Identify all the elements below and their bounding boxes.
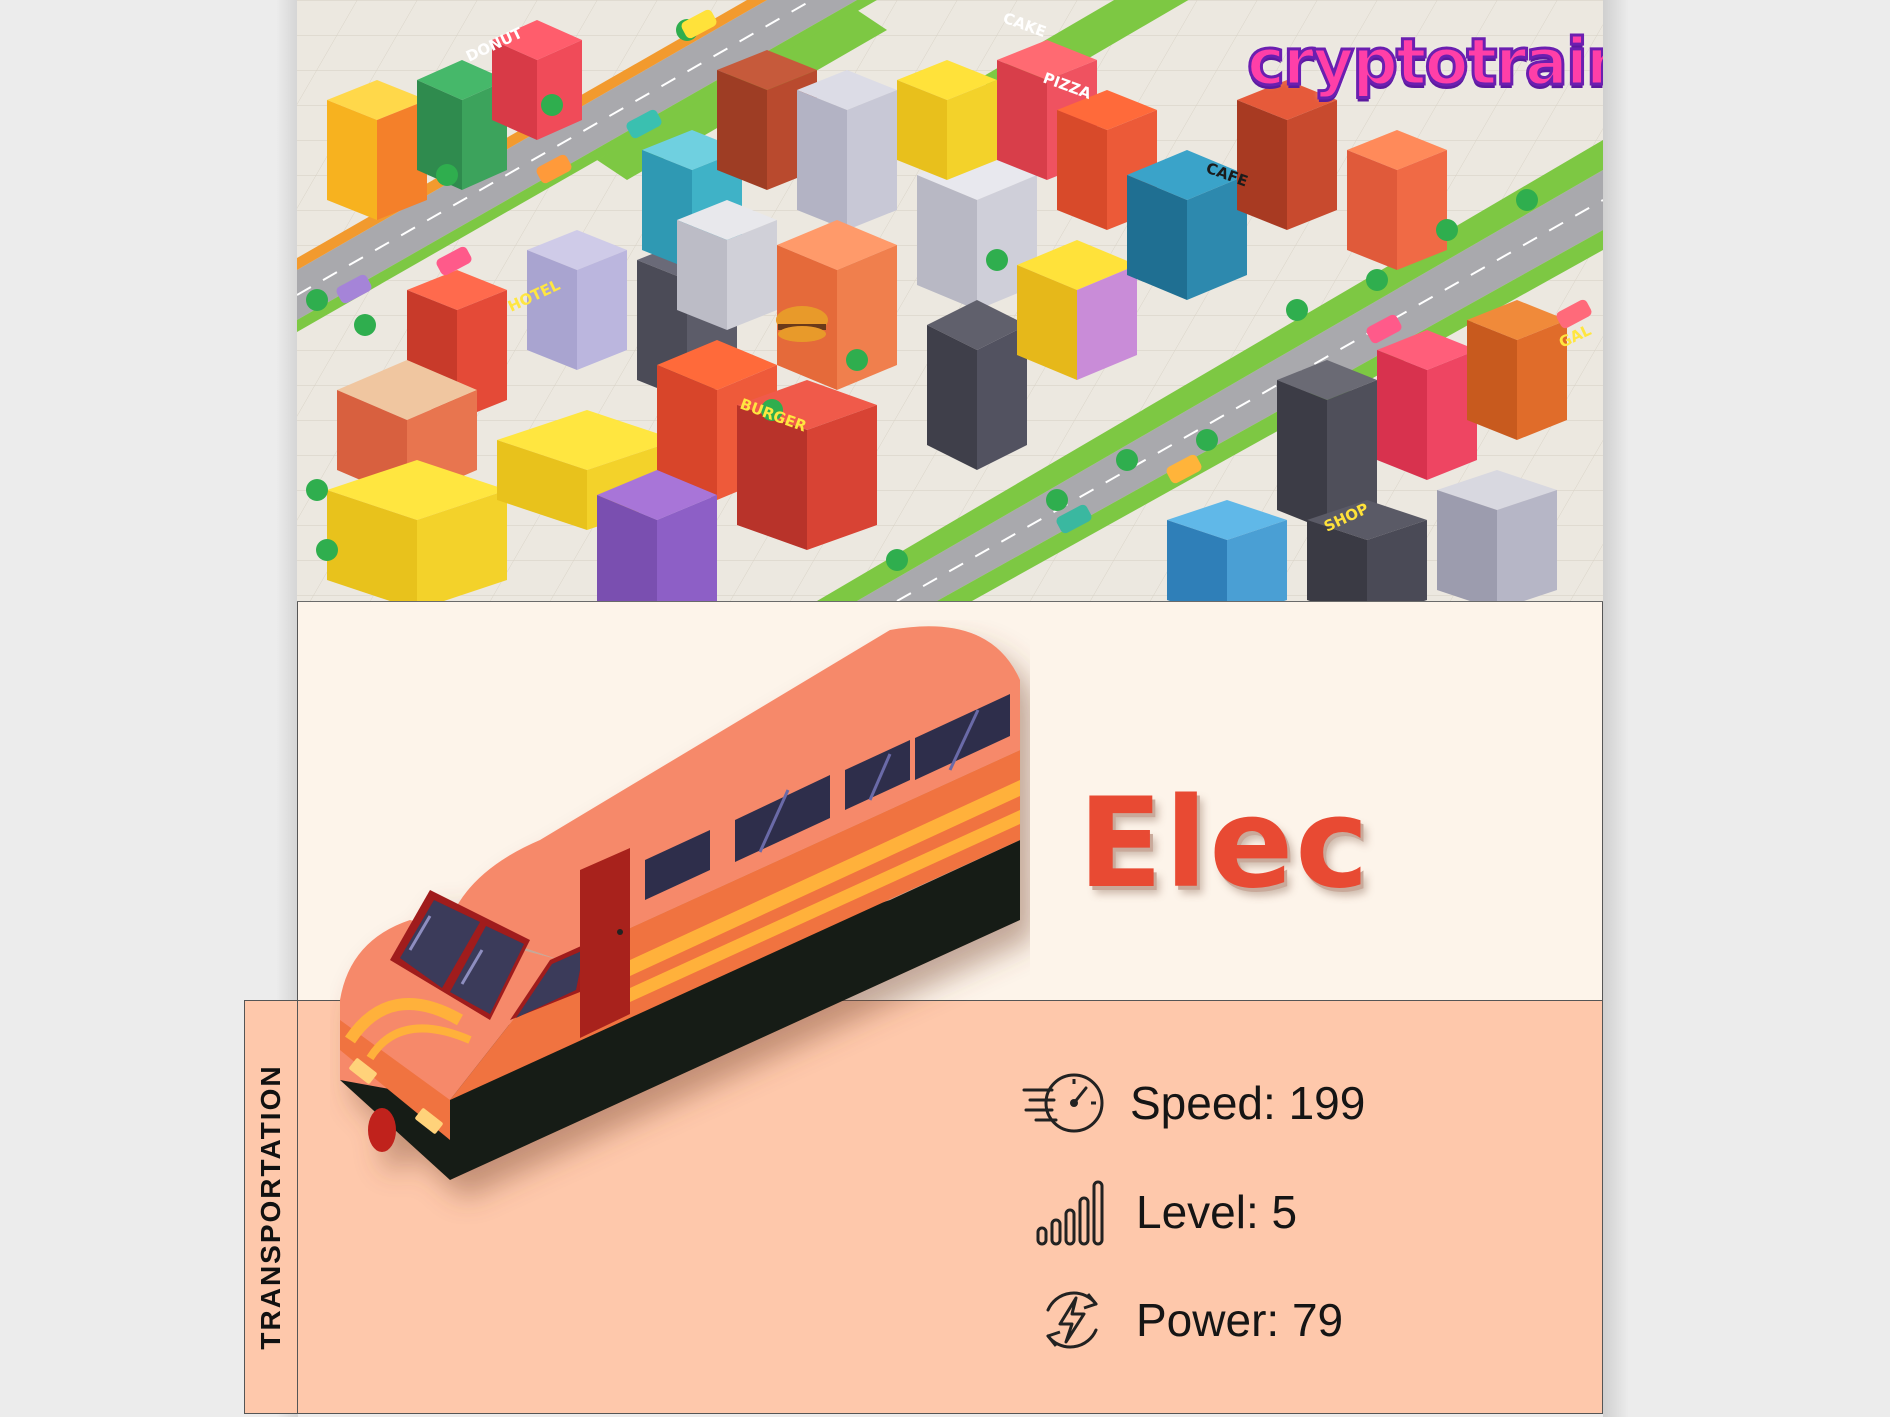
- burger-rooftop-icon: [776, 306, 828, 342]
- speedometer-icon: [1020, 1063, 1112, 1143]
- electric-train-illustration: [340, 626, 1020, 1180]
- cryptotrains-logo: cryptotrains: [1246, 25, 1603, 102]
- level-value: 5: [1271, 1186, 1298, 1238]
- speed-value: 199: [1288, 1077, 1366, 1129]
- city-banner: DONUT HOTEL BURGER CAFE PIZZA CAKE SHOP …: [297, 0, 1603, 602]
- stat-speed: Speed: 199: [1020, 1063, 1365, 1143]
- power-label: Power: [1136, 1294, 1267, 1346]
- level-label: Level: [1136, 1186, 1246, 1238]
- category-tab: TRANSPORTATION: [244, 1000, 298, 1414]
- page-shadow-right: [1603, 0, 1629, 1417]
- stat-level: Level: 5: [1026, 1172, 1297, 1252]
- logo-text: cryptotrains: [1246, 25, 1603, 102]
- stat-power: Power: 79: [1026, 1280, 1343, 1360]
- power-value: 79: [1291, 1294, 1344, 1346]
- train-name: Elec: [1078, 772, 1371, 916]
- lightning-cycle-icon: [1026, 1280, 1118, 1360]
- category-label: TRANSPORTATION: [255, 1064, 286, 1350]
- speed-label: Speed: [1130, 1077, 1264, 1129]
- signal-bars-icon: [1026, 1172, 1118, 1252]
